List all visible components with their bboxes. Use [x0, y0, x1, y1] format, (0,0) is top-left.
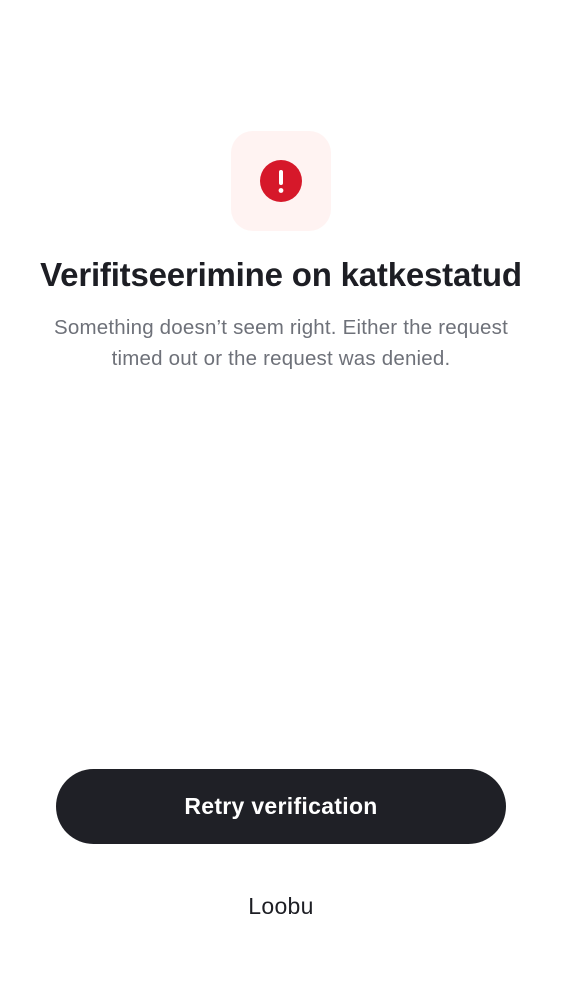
page-title: Verifitseerimine on katkestatud [40, 256, 522, 293]
error-icon-container [231, 131, 331, 231]
verification-error-screen: Verifitseerimine on katkestatud Somethin… [0, 0, 562, 1000]
alert-circle-icon [260, 160, 302, 202]
retry-verification-button[interactable]: Retry verification [56, 769, 506, 844]
error-description: Something doesn’t seem right. Either the… [53, 316, 508, 370]
cancel-button[interactable]: Loobu [181, 876, 381, 936]
